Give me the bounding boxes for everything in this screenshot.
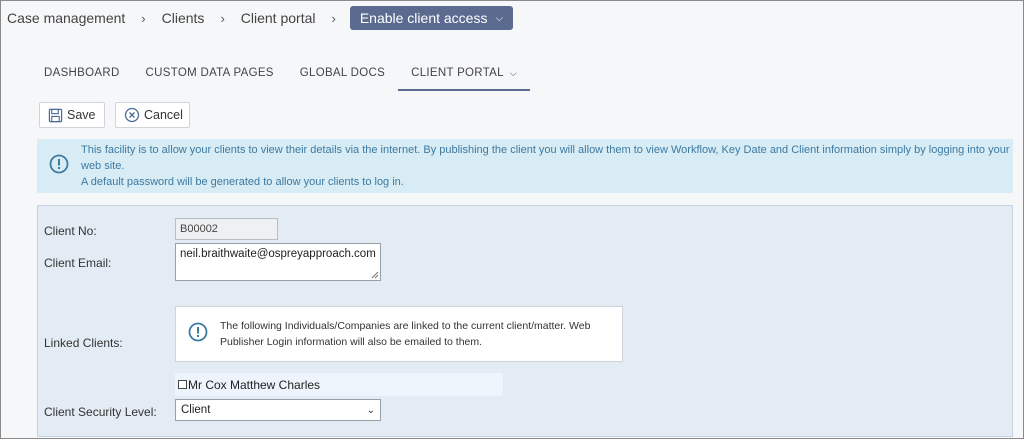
info-banner-line: A default password will be generated to … bbox=[81, 176, 404, 188]
info-icon bbox=[49, 154, 69, 179]
client-email-label: Client Email: bbox=[44, 256, 112, 270]
client-no-label: Client No: bbox=[44, 224, 97, 238]
chevron-down-icon: ⌄ bbox=[366, 404, 375, 416]
breadcrumb-separator-icon: › bbox=[331, 10, 336, 26]
cancel-icon bbox=[124, 107, 140, 123]
cancel-button[interactable]: Cancel bbox=[115, 102, 190, 128]
breadcrumb-case-management[interactable]: Case management bbox=[1, 10, 131, 26]
client-no-field: B00002 bbox=[175, 218, 278, 240]
info-banner-line: This facility is to allow your clients t… bbox=[81, 144, 1010, 172]
info-icon bbox=[188, 322, 208, 347]
linked-clients-label: Linked Clients: bbox=[44, 336, 123, 350]
app-window: Case management › Clients › Client porta… bbox=[0, 0, 1024, 439]
security-level-value: Client bbox=[181, 404, 211, 416]
tab-label: GLOBAL DOCS bbox=[299, 67, 386, 79]
linked-info-line: Publisher Login information will also be… bbox=[220, 336, 483, 348]
tab-label: CLIENT PORTAL bbox=[411, 67, 504, 79]
client-security-level-select[interactable]: Client ⌄ bbox=[175, 399, 381, 421]
info-banner-text: This facility is to allow your clients t… bbox=[81, 142, 1013, 190]
breadcrumb-current-label: Enable client access bbox=[359, 10, 488, 26]
client-email-value: neil.braithwaite@ospreyapproach.com bbox=[180, 248, 376, 260]
breadcrumb-current-dropdown[interactable]: Enable client access ⌵ bbox=[349, 6, 514, 30]
save-button[interactable]: Save bbox=[39, 102, 105, 128]
tab-client-portal[interactable]: CLIENT PORTAL ⌵ bbox=[398, 63, 530, 91]
breadcrumb-separator-icon: › bbox=[141, 10, 146, 26]
client-access-form: Client No: B00002 Client Email: neil.bra… bbox=[37, 205, 1013, 437]
tab-bar: DASHBOARD CUSTOM DATA PAGES GLOBAL DOCS … bbox=[31, 63, 530, 93]
tab-global-docs[interactable]: GLOBAL DOCS bbox=[287, 63, 398, 89]
breadcrumb-clients[interactable]: Clients bbox=[156, 10, 211, 26]
linked-clients-info-text: The following Individuals/Companies are … bbox=[220, 318, 590, 350]
chevron-down-icon: ⌵ bbox=[495, 12, 504, 24]
linked-client-item: Mr Cox Matthew Charles bbox=[175, 373, 503, 396]
breadcrumb-separator-icon: › bbox=[220, 10, 225, 26]
tab-label: DASHBOARD bbox=[44, 67, 120, 79]
linked-info-line: The following Individuals/Companies are … bbox=[220, 320, 591, 332]
tab-custom-data-pages[interactable]: CUSTOM DATA PAGES bbox=[133, 63, 287, 89]
resize-grip-icon[interactable] bbox=[371, 271, 379, 279]
client-email-field[interactable]: neil.braithwaite@ospreyapproach.com bbox=[175, 243, 381, 281]
info-banner: This facility is to allow your clients t… bbox=[37, 139, 1013, 193]
client-security-level-label: Client Security Level: bbox=[44, 405, 157, 419]
linked-client-checkbox[interactable] bbox=[178, 380, 187, 389]
chevron-down-icon: ⌵ bbox=[509, 68, 517, 78]
save-button-label: Save bbox=[67, 108, 96, 122]
save-icon bbox=[48, 108, 63, 123]
linked-client-name: Mr Cox Matthew Charles bbox=[188, 377, 321, 392]
linked-clients-info: The following Individuals/Companies are … bbox=[175, 306, 623, 362]
breadcrumb-client-portal[interactable]: Client portal bbox=[235, 10, 322, 26]
tab-label: CUSTOM DATA PAGES bbox=[145, 67, 274, 79]
tab-dashboard[interactable]: DASHBOARD bbox=[31, 63, 133, 89]
cancel-button-label: Cancel bbox=[144, 108, 183, 122]
breadcrumb: Case management › Clients › Client porta… bbox=[1, 6, 514, 30]
